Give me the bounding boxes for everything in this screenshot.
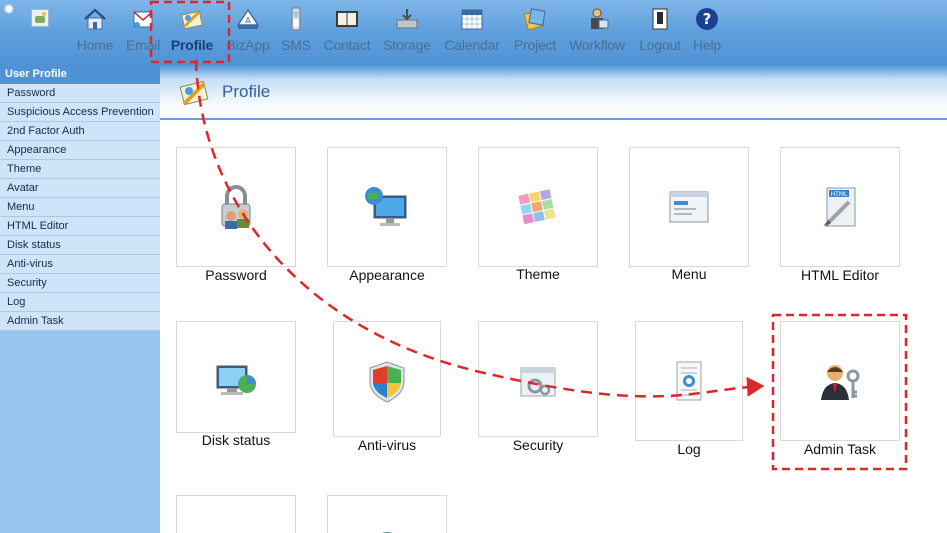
nav-label: Profile [170, 37, 214, 53]
tile-row3-first[interactable] [176, 495, 296, 533]
workflow-icon [591, 8, 609, 29]
sidebar-item-html-editor[interactable]: HTML Editor [0, 217, 160, 236]
logout-icon [652, 8, 668, 30]
nav-label: Calendar [444, 37, 500, 53]
tile-row3-second[interactable] [327, 495, 447, 533]
nav-label: Email [125, 37, 160, 53]
padlock-users-icon [221, 185, 251, 229]
help-icon: ? [696, 8, 718, 30]
page-header: Profile [160, 65, 947, 120]
security-gear-icon [520, 367, 556, 397]
tile-label: Theme [516, 266, 560, 282]
nav-help[interactable]: ? Help [691, 6, 723, 56]
html-editor-icon: HTML [823, 187, 856, 228]
nav-label: Storage [383, 37, 431, 53]
nav-workflow[interactable]: Workflow [567, 6, 627, 56]
storage-icon [396, 9, 418, 29]
sidebar-item-password[interactable]: Password [0, 84, 160, 103]
tile-menu[interactable] [629, 147, 749, 267]
svg-text:?: ? [703, 10, 712, 28]
email-icon [133, 11, 153, 28]
page-title: Profile [222, 82, 271, 101]
sidebar-item-suspicious-access-prevention[interactable]: Suspicious Access Prevention [0, 103, 160, 122]
tile-label: Password [205, 267, 267, 283]
tile-label: Appearance [349, 267, 425, 283]
tile-theme[interactable] [478, 147, 598, 267]
svg-text:HTML: HTML [831, 191, 848, 198]
nav-bizapp[interactable]: A BizApp [226, 6, 270, 56]
tile-label: Security [512, 437, 564, 453]
disk-chart-icon [216, 365, 256, 395]
tile-anti-virus[interactable] [333, 321, 441, 437]
sidebar-item-anti-virus[interactable]: Anti-virus [0, 255, 160, 274]
nav-contact[interactable]: Contact [322, 6, 372, 56]
shield-icon [369, 361, 405, 403]
sidebar-item-disk-status[interactable]: Disk status [0, 236, 160, 255]
home-icon [84, 8, 106, 30]
nav-label: Project [513, 37, 557, 53]
nav-label: Help [693, 37, 721, 53]
project-icon [523, 8, 546, 31]
bizapp-icon: A [236, 8, 260, 29]
tile-label: Disk status [201, 432, 271, 448]
nav-profile[interactable]: Profile [170, 6, 214, 56]
tile-security[interactable] [478, 321, 598, 437]
profile-icon [179, 80, 209, 106]
tile-admin-task[interactable] [780, 321, 900, 441]
tile-html-editor[interactable]: HTML [780, 147, 900, 267]
nav-logout[interactable]: Logout [637, 6, 683, 56]
calendar-icon [461, 9, 483, 30]
tile-disk-status[interactable] [176, 321, 296, 433]
admin-keys-icon [821, 365, 860, 400]
color-palette-icon [518, 189, 556, 225]
contact-book-icon [336, 11, 358, 27]
sidebar-item-appearance[interactable]: Appearance [0, 141, 160, 160]
profile-icon [181, 10, 203, 30]
nav-label: SMS [281, 37, 311, 53]
sidebar-item-menu[interactable]: Menu [0, 198, 160, 217]
nav-label: Workflow [569, 37, 625, 53]
nav-label: Contact [323, 37, 371, 53]
nav-sms[interactable]: SMS [280, 6, 312, 56]
nav-label: Home [76, 37, 114, 53]
phone-icon [291, 7, 301, 31]
nav-label: BizApp [226, 37, 270, 53]
nav-email[interactable]: Email [124, 6, 162, 56]
nav-project[interactable]: Project [512, 6, 558, 56]
tile-label: Anti-virus [357, 437, 417, 453]
tile-log[interactable] [635, 321, 743, 441]
top-toolbar: ✹ Home Email Profile A BizApp SMS Contac… [0, 0, 947, 65]
tile-label: Menu [671, 266, 707, 282]
tile-label: Admin Task [803, 441, 877, 457]
sidebar-item-admin-task[interactable]: Admin Task [0, 312, 160, 331]
sidebar-item-avatar[interactable]: Avatar [0, 179, 160, 198]
nav-calendar[interactable]: Calendar [443, 6, 501, 56]
sidebar-item-security[interactable]: Security [0, 274, 160, 293]
tile-label: HTML Editor [800, 267, 880, 283]
nav-label: Logout [639, 37, 681, 53]
window-menu-icon [669, 191, 709, 223]
tile-appearance[interactable] [327, 147, 447, 267]
sidebar-item-theme[interactable]: Theme [0, 160, 160, 179]
monitor-globe-icon [365, 187, 407, 226]
broken-image-icon [31, 9, 49, 27]
sidebar-title: User Profile [0, 65, 160, 84]
gear-icon[interactable]: ✹ [3, 2, 15, 16]
sidebar: User Profile Password Suspicious Access … [0, 65, 160, 533]
tile-label: Log [677, 441, 701, 457]
sidebar-item-log[interactable]: Log [0, 293, 160, 312]
sidebar-item-2nd-factor-auth[interactable]: 2nd Factor Auth [0, 122, 160, 141]
tile-password[interactable] [176, 147, 296, 267]
svg-text:A: A [245, 16, 251, 25]
nav-home[interactable]: Home [76, 6, 114, 56]
log-document-icon [676, 361, 702, 401]
nav-storage[interactable]: Storage [382, 6, 432, 56]
